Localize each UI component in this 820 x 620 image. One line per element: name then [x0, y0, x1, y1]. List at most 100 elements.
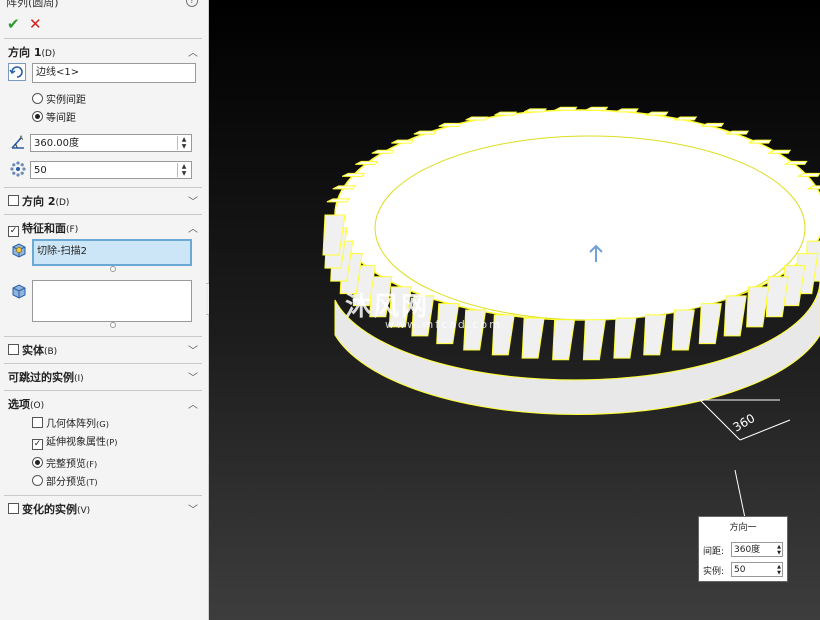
angle-field[interactable]: 360.00度 ▲ ▼: [30, 134, 192, 152]
pattern-tooth: [521, 317, 545, 359]
vary-section: 变化的实例(V) ﹀: [4, 495, 202, 522]
propagate-visual-option[interactable]: ✓ 延伸视象属性(P): [32, 433, 118, 450]
direction2-header[interactable]: 方向 2(D) ﹀: [4, 188, 202, 210]
list-resize-handle[interactable]: [110, 322, 116, 328]
chevron-up-icon[interactable]: ︿: [188, 396, 198, 411]
features-list[interactable]: 切除-扫描2: [32, 239, 192, 266]
callout-instances-spinner[interactable]: ▲ ▼: [777, 564, 781, 576]
chevron-down-icon[interactable]: ﹀: [188, 369, 198, 384]
property-manager: 阵列(圆周) ? ✔ ✕ 方向 1(D) ︿ 边线<1> 实例间距 等间距 A …: [0, 0, 209, 620]
options-section: 选项(O) ︿ 几何体阵列(G) ✓ 延伸视象属性(P) 完整预览(F) 部分预览…: [4, 390, 202, 495]
instance-count-icon: [10, 161, 26, 177]
full-preview-option[interactable]: 完整预览(F): [32, 455, 97, 470]
pattern-tooth: [643, 314, 667, 356]
propagate-visual-checkbox[interactable]: ✓: [32, 439, 43, 450]
radio-instance-spacing-label: 实例间距: [46, 95, 86, 106]
vary-label: 变化的实例: [22, 503, 77, 516]
pattern-tooth: [341, 172, 366, 177]
count-spinner[interactable]: ▲ ▼: [177, 163, 190, 177]
solid-header[interactable]: 实体(B) ﹀: [4, 337, 202, 359]
pattern-callout: 方向一 间距: 360度 ▲ ▼ 实例: 50 ▲ ▼: [698, 516, 788, 582]
edge-selection-field[interactable]: 边线<1>: [32, 63, 196, 83]
callout-instances-field[interactable]: 50 ▲ ▼: [731, 562, 783, 577]
title-bar: 阵列(圆周) ?: [0, 0, 208, 14]
callout-spacing-label: 间距:: [703, 547, 725, 557]
direction2-label: 方向 2: [22, 195, 56, 208]
pattern-tooth: [552, 319, 576, 361]
direction1-section: 方向 1(D) ︿ 边线<1> 实例间距 等间距 A 360.00度 ▲ ▼ 5…: [4, 38, 202, 187]
angle-value: 360.00度: [34, 138, 79, 149]
geometry-pattern-option[interactable]: 几何体阵列(G): [32, 415, 109, 430]
faces-list[interactable]: [32, 280, 192, 322]
geometry-pattern-checkbox[interactable]: [32, 417, 43, 428]
vary-header[interactable]: 变化的实例(V) ﹀: [4, 496, 202, 518]
pattern-tooth: [582, 319, 606, 361]
partial-preview-radio[interactable]: [32, 475, 43, 486]
chevron-up-icon[interactable]: ︿: [188, 44, 198, 59]
solid-label: 实体: [22, 344, 44, 357]
callout-instances-value: 50: [734, 565, 746, 575]
callout-spacing-spinner[interactable]: ▲ ▼: [777, 544, 781, 556]
pattern-tooth: [355, 160, 379, 165]
pattern-tooth: [391, 139, 415, 144]
chevron-down-icon[interactable]: ﹀: [188, 501, 198, 516]
full-preview-radio[interactable]: [32, 457, 43, 468]
instance-count-value: 50: [34, 165, 47, 176]
watermark-url: www.mfcad.com: [385, 318, 502, 331]
pattern-tooth: [371, 149, 395, 154]
skip-label: 可跳过的实例: [8, 371, 74, 384]
direction1-label: 方向 1: [8, 46, 42, 59]
pattern-tooth: [746, 286, 770, 328]
skip-header[interactable]: 可跳过的实例(I) ﹀: [4, 364, 202, 386]
pattern-tooth: [465, 116, 489, 121]
cancel-button[interactable]: ✕: [29, 15, 42, 33]
options-header[interactable]: 选项(O) ︿: [4, 391, 202, 413]
pattern-tooth: [674, 116, 698, 121]
vary-shortcut: (V): [77, 506, 91, 516]
direction1-header[interactable]: 方向 1(D) ︿: [4, 39, 202, 61]
partial-preview-key: (T): [86, 477, 98, 487]
pattern-tooth: [765, 276, 789, 318]
propagate-visual-label: 延伸视象属性: [46, 437, 106, 448]
vary-checkbox[interactable]: [8, 503, 19, 514]
solid-checkbox[interactable]: [8, 344, 19, 355]
radio-instance-spacing-circle[interactable]: [32, 93, 43, 104]
direction2-checkbox[interactable]: [8, 195, 19, 206]
partial-preview-option[interactable]: 部分预览(T): [32, 473, 98, 488]
help-icon[interactable]: ?: [186, 0, 198, 7]
features-checkbox[interactable]: ✓: [8, 226, 19, 237]
pattern-tooth: [645, 111, 669, 116]
svg-text:A: A: [19, 135, 24, 142]
radio-equal-spacing[interactable]: 等间距: [32, 109, 76, 124]
features-list-item[interactable]: 切除-扫描2: [37, 246, 87, 257]
pattern-tooth: [613, 317, 637, 359]
angle-spinner[interactable]: ▲ ▼: [177, 136, 190, 150]
propagate-visual-key: (P): [106, 437, 118, 447]
pattern-tooth: [698, 303, 722, 345]
direction1-shortcut: (D): [41, 49, 56, 59]
features-header[interactable]: ✓ 特征和面(F) ︿: [4, 215, 202, 237]
callout-title: 方向一: [729, 523, 757, 533]
radio-instance-spacing[interactable]: 实例间距: [32, 91, 86, 106]
features-label: 特征和面: [22, 222, 66, 235]
pattern-tooth: [615, 108, 639, 113]
features-shortcut: (F): [66, 225, 79, 235]
dimension-label[interactable]: 360: [731, 411, 758, 435]
callout-spacing-field[interactable]: 360度 ▲ ▼: [731, 542, 783, 557]
ok-button[interactable]: ✔: [7, 15, 20, 33]
full-preview-key: (F): [86, 459, 98, 469]
chevron-up-icon[interactable]: ︿: [188, 220, 198, 235]
solid-shortcut: (B): [44, 347, 58, 357]
chevron-down-icon[interactable]: ﹀: [188, 342, 198, 357]
features-section: ✓ 特征和面(F) ︿ 切除-扫描2: [4, 214, 202, 335]
geometry-pattern-label: 几何体阵列: [46, 419, 96, 430]
list-resize-handle[interactable]: [110, 266, 116, 272]
reverse-direction-icon[interactable]: [8, 63, 26, 81]
pattern-tooth: [326, 198, 350, 203]
skip-section: 可跳过的实例(I) ﹀: [4, 363, 202, 390]
features-icon: [12, 243, 26, 258]
pattern-tooth: [332, 185, 356, 190]
chevron-down-icon[interactable]: ﹀: [188, 193, 198, 208]
radio-equal-spacing-circle[interactable]: [32, 111, 43, 122]
instance-count-field[interactable]: 50 ▲ ▼: [30, 161, 192, 179]
